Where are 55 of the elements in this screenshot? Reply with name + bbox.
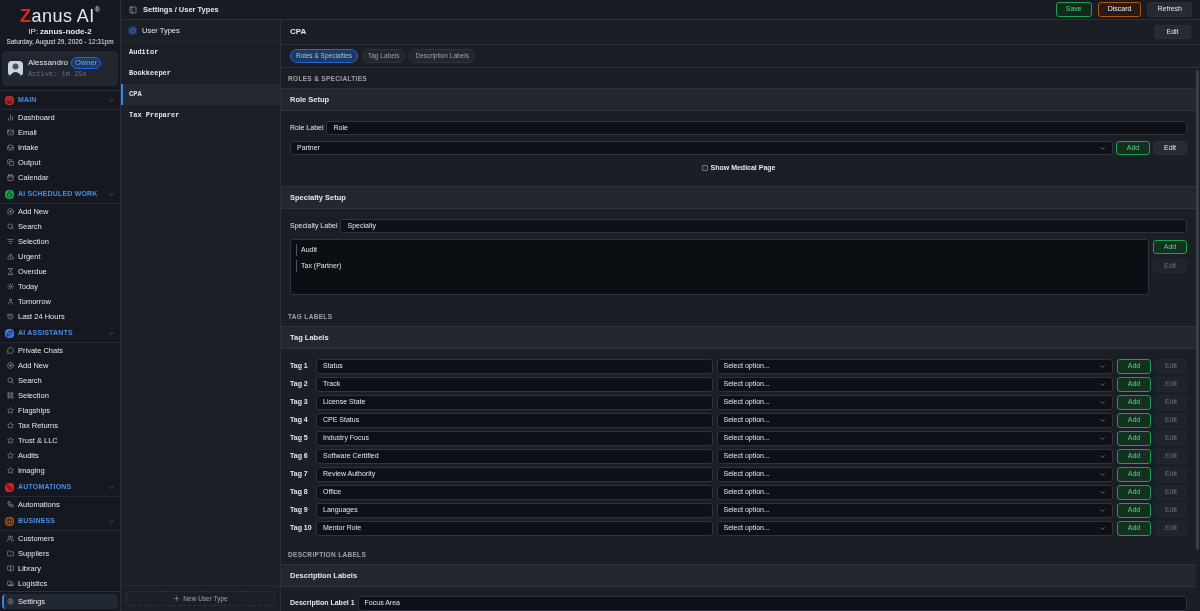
search-icon: [7, 377, 14, 384]
star-icon: [7, 452, 14, 459]
ip-label: IP:: [28, 27, 39, 37]
chevron-icon: [1099, 144, 1106, 152]
chevron-icon: [1099, 452, 1106, 460]
scrollbar-thumb[interactable]: [1196, 70, 1199, 550]
chevron-icon: [1099, 416, 1106, 424]
chevron-icon: [1099, 524, 1106, 532]
book-icon: [7, 565, 14, 572]
history-icon: [7, 313, 14, 320]
inbox-icon: [7, 144, 14, 151]
chevron-icon: [1099, 380, 1106, 388]
sidebar-toggle-icon[interactable]: [129, 5, 137, 14]
star-icon: [7, 437, 14, 444]
chevron-icon: [1099, 362, 1106, 370]
plus-circle-icon: [7, 362, 14, 369]
star-icon: [7, 467, 14, 474]
chevron-icon: [108, 517, 115, 525]
chevron-icon: [1099, 488, 1106, 496]
user-types-icon: [128, 26, 137, 35]
star-icon: [7, 422, 14, 429]
list-icon: [7, 238, 14, 245]
star-icon: [7, 407, 14, 414]
chevron-icon: [1099, 398, 1106, 406]
chevron-icon: [1099, 470, 1106, 478]
chevron-icon: [108, 329, 115, 337]
people-icon: [7, 535, 14, 542]
person-icon: [7, 298, 14, 305]
gear-icon: [7, 598, 14, 605]
avatar: [8, 61, 23, 76]
folder-icon: [7, 550, 14, 557]
search-icon: [7, 223, 14, 230]
sun-icon: [7, 283, 14, 290]
chevron-icon: [1099, 434, 1106, 442]
grid-icon: [7, 392, 14, 399]
calendar-icon: [7, 174, 14, 181]
warning-icon: [7, 253, 14, 260]
bar-chart-icon: [7, 114, 14, 121]
plus-icon: [173, 595, 181, 602]
chevron-icon: [108, 483, 115, 491]
copy-icon: [7, 159, 14, 166]
checkbox[interactable]: [701, 165, 708, 171]
hourglass-icon: [7, 268, 14, 275]
detail-title: CPA: [290, 26, 307, 38]
chevron-icon: [1099, 506, 1106, 514]
flow-icon: [7, 501, 14, 508]
logo-text: Zanus AI: [20, 5, 95, 27]
mail-icon: [7, 129, 14, 136]
user-name: Alessandro: [28, 57, 69, 70]
chevron-icon: [108, 96, 115, 104]
ip-value: zanus-node-2: [40, 27, 92, 37]
plus-circle-icon: [7, 208, 14, 215]
chat-bubble-icon: [7, 347, 14, 354]
chevron-icon: [108, 190, 115, 198]
truck-icon: [7, 580, 14, 587]
